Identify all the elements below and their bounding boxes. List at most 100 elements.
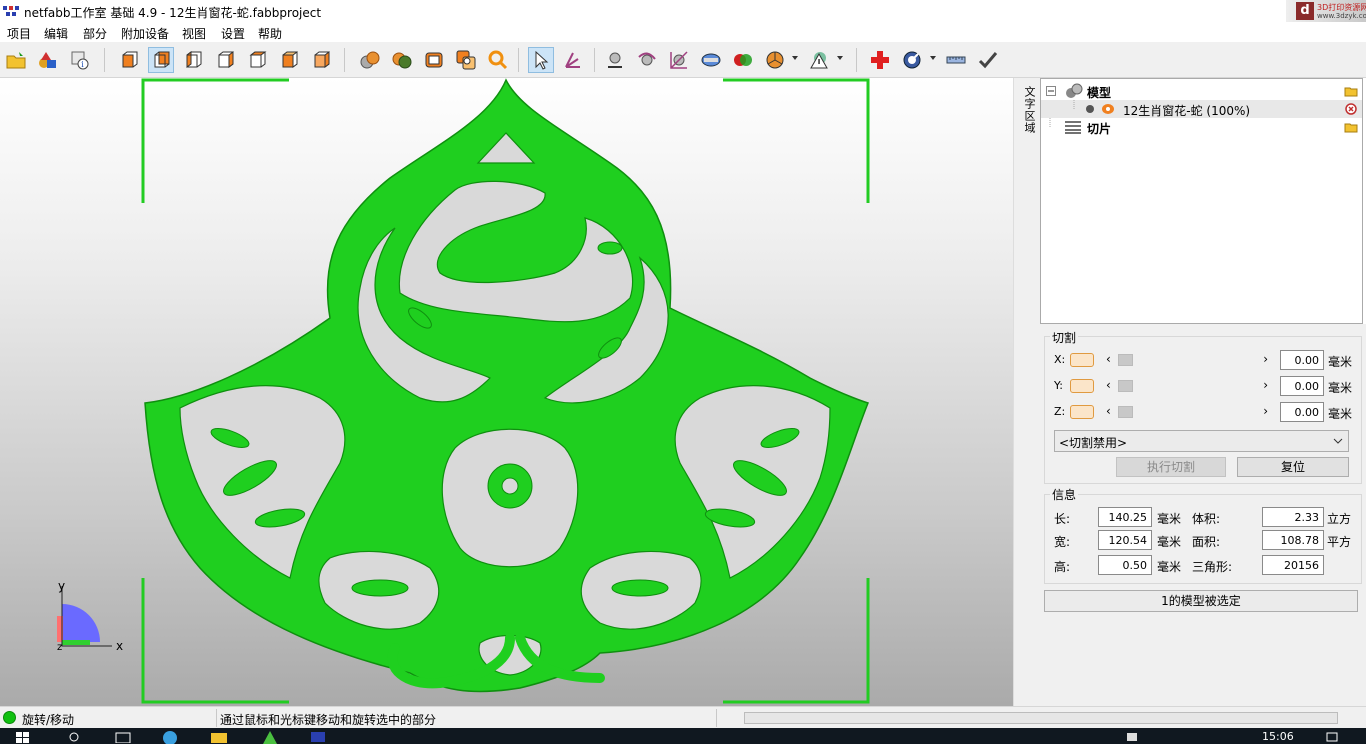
cut-z-toggle[interactable] xyxy=(1070,405,1094,419)
cut-y-input[interactable]: 0.00 xyxy=(1280,376,1324,396)
folder-open-icon[interactable] xyxy=(1344,121,1358,133)
scale-icon[interactable] xyxy=(666,47,692,73)
triangles-value: 20156 xyxy=(1262,555,1324,575)
cut-z-slider[interactable]: ‹ › xyxy=(1104,403,1270,421)
netfabb-logo-icon xyxy=(3,6,19,16)
warning-dropdown-icon[interactable] xyxy=(837,56,843,60)
cut-z-input[interactable]: 0.00 xyxy=(1280,402,1324,422)
tray-icon[interactable] xyxy=(1126,732,1138,742)
cut-icon[interactable] xyxy=(698,47,724,73)
snake-papercut-model[interactable] xyxy=(144,78,869,693)
length-unit: 毫米 xyxy=(1157,512,1182,526)
cut-x-toggle[interactable] xyxy=(1070,353,1094,367)
length-label: 长: xyxy=(1054,512,1071,526)
cut-z-unit: 毫米 xyxy=(1328,407,1353,421)
cut-y-toggle[interactable] xyxy=(1070,379,1094,393)
toolbar-separator xyxy=(856,48,857,72)
colors-icon[interactable] xyxy=(730,47,756,73)
viewport-canvas: y x z xyxy=(57,78,870,704)
view-top-icon[interactable] xyxy=(244,47,270,73)
reset-cut-button[interactable]: 复位 xyxy=(1237,457,1349,477)
view-front-icon[interactable] xyxy=(116,47,142,73)
view-right-icon[interactable] xyxy=(212,47,238,73)
remove-part-icon[interactable] xyxy=(1345,103,1357,115)
view-perspective-icon[interactable] xyxy=(308,47,334,73)
netfabb-taskbar-icon[interactable] xyxy=(310,731,326,743)
open-project-icon[interactable] xyxy=(3,47,29,73)
execute-cut-button[interactable]: 执行切割 xyxy=(1116,457,1226,477)
notification-icon[interactable] xyxy=(1326,732,1338,742)
status-bar: 旋转/移动 通过鼠标和光标键移动和旋转选中的部分 xyxy=(0,706,1366,728)
axes-gizmo xyxy=(57,586,112,647)
view-back-icon[interactable] xyxy=(148,47,174,73)
os-taskbar: 15:06 xyxy=(0,728,1366,744)
browser-icon[interactable] xyxy=(162,730,178,744)
shade-parts-icon[interactable] xyxy=(357,47,383,73)
tree-models-label: 模型 xyxy=(1087,86,1112,100)
measure-icon[interactable] xyxy=(602,47,628,73)
menu-help[interactable]: 帮助 xyxy=(258,25,282,42)
windows-start-icon[interactable] xyxy=(16,732,30,744)
show-all-icon[interactable] xyxy=(453,47,479,73)
tree-line xyxy=(1073,100,1075,109)
menu-settings[interactable]: 设置 xyxy=(221,25,245,42)
cut-y-slider[interactable]: ‹ › xyxy=(1104,377,1270,395)
warning-icon[interactable] xyxy=(806,47,832,73)
area-label: 面积: xyxy=(1192,535,1221,549)
pie-view-dropdown-icon[interactable] xyxy=(792,56,798,60)
triangles-label: 三角形: xyxy=(1192,560,1233,574)
checkmark-icon[interactable] xyxy=(975,47,1001,73)
watermark-d-icon: d xyxy=(1296,2,1314,20)
task-view-icon[interactable] xyxy=(115,731,131,743)
select-pointer-icon[interactable] xyxy=(528,47,554,73)
window-title: netfabb工作室 基础 4.9 - 12生肖窗花-蛇.fabbproject xyxy=(24,6,322,20)
menu-part[interactable]: 部分 xyxy=(83,25,107,42)
add-part-icon[interactable] xyxy=(35,47,61,73)
pie-view-icon[interactable] xyxy=(762,47,788,73)
menu-bar: 项目 编辑 部分 附加设备 视图 设置 帮助 xyxy=(0,22,1366,42)
project-tree[interactable]: 模型 12生肖窗花-蛇 (100%) 切片 xyxy=(1040,78,1363,324)
ruler-icon[interactable] xyxy=(943,47,969,73)
side-tab[interactable]: 文字区域 xyxy=(1018,78,1040,706)
title-bar: netfabb工作室 基础 4.9 - 12生肖窗花-蛇.fabbproject… xyxy=(0,0,1366,22)
search-icon[interactable] xyxy=(68,731,80,743)
tree-item-models[interactable]: 模型 xyxy=(1041,82,1362,100)
cut-x-slider[interactable]: ‹ › xyxy=(1104,351,1270,369)
zoom-icon[interactable] xyxy=(485,47,511,73)
move-axis-icon[interactable] xyxy=(560,47,586,73)
collapse-icon[interactable] xyxy=(1046,86,1056,96)
volume-value: 2.33 xyxy=(1262,507,1324,527)
tree-slices-label: 切片 xyxy=(1087,122,1112,136)
wireframe-icon[interactable] xyxy=(421,47,447,73)
app-green-icon[interactable] xyxy=(262,730,278,744)
file-explorer-icon[interactable] xyxy=(210,731,228,743)
color-parts-icon[interactable] xyxy=(389,47,415,73)
cut-x-unit: 毫米 xyxy=(1328,355,1353,369)
3d-viewport[interactable]: y x z xyxy=(0,78,1013,706)
volume-label: 体积: xyxy=(1192,512,1221,526)
analysis-dropdown-icon[interactable] xyxy=(930,56,936,60)
part-visible-icon[interactable] xyxy=(1085,104,1095,114)
cut-mode-select[interactable]: <切割禁用> xyxy=(1054,430,1349,452)
height-label: 高: xyxy=(1054,560,1071,574)
rotate-icon[interactable] xyxy=(634,47,660,73)
selection-status-button[interactable]: 1的模型被选定 xyxy=(1044,590,1358,612)
axis-y-label: y xyxy=(58,579,65,593)
eye-icon[interactable] xyxy=(1101,103,1115,115)
toolbar-separator xyxy=(104,48,105,72)
menu-edit[interactable]: 编辑 xyxy=(44,25,68,42)
repair-icon[interactable] xyxy=(867,47,893,73)
watermark-url: www.3dzyk.com xyxy=(1317,12,1366,20)
tree-item-slices[interactable]: 切片 xyxy=(1041,118,1362,136)
cut-x-input[interactable]: 0.00 xyxy=(1280,350,1324,370)
menu-view[interactable]: 视图 xyxy=(182,25,206,42)
part-info-icon[interactable]: i xyxy=(67,47,93,73)
view-left-icon[interactable] xyxy=(180,47,206,73)
axis-z-label: z xyxy=(57,642,62,653)
menu-project[interactable]: 项目 xyxy=(7,25,31,42)
menu-extras[interactable]: 附加设备 xyxy=(121,25,169,42)
view-bottom-icon[interactable] xyxy=(276,47,302,73)
folder-open-icon[interactable] xyxy=(1344,85,1358,97)
analysis-icon[interactable] xyxy=(899,47,925,73)
tree-item-part[interactable]: 12生肖窗花-蛇 (100%) xyxy=(1041,100,1362,118)
